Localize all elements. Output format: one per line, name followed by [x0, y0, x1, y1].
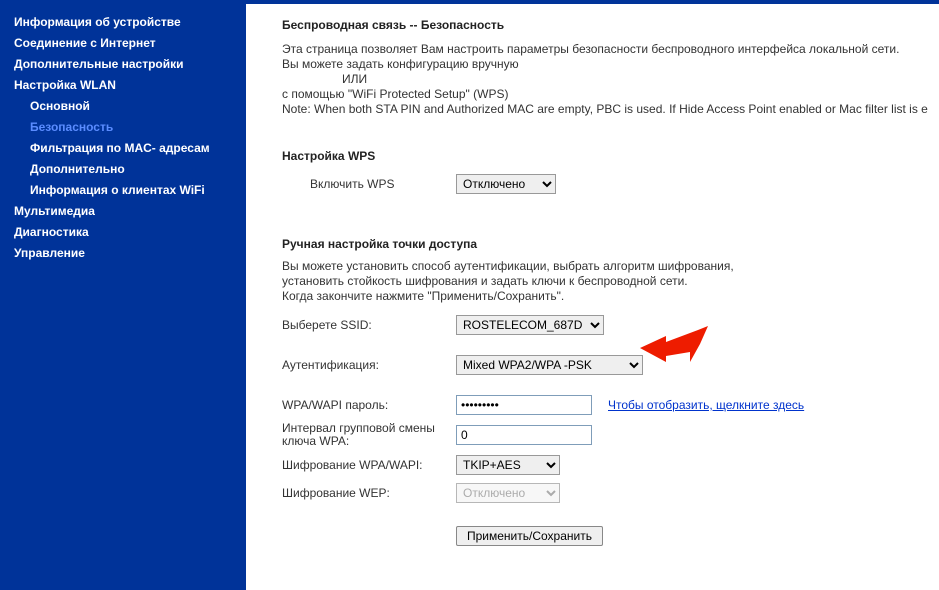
wps-enable-label: Включить WPS	[282, 177, 456, 191]
main-content: Беспроводная связь -- Безопасность Эта с…	[246, 4, 939, 590]
desc-line2: Вы можете задать конфигурацию вручную	[282, 57, 939, 72]
desc-or: ИЛИ	[282, 72, 939, 87]
sidebar-item-internet[interactable]: Соединение с Интернет	[0, 33, 246, 54]
sidebar-item-advanced[interactable]: Дополнительные настройки	[0, 54, 246, 75]
sidebar-item-diagnostic[interactable]: Диагностика	[0, 222, 246, 243]
sidebar-subitem-basic[interactable]: Основной	[0, 96, 246, 117]
sidebar-item-multimedia[interactable]: Мультимедиа	[0, 201, 246, 222]
sidebar-subitem-wifi-clients[interactable]: Информация о клиентах WiFi	[0, 180, 246, 201]
apply-save-button[interactable]: Применить/Сохранить	[456, 526, 603, 546]
password-label: WPA/WAPI пароль:	[282, 398, 456, 412]
desc-line3: с помощью "WiFi Protected Setup" (WPS)	[282, 87, 939, 102]
manual-text3: Когда закончите нажмите "Применить/Сохра…	[282, 289, 939, 304]
auth-label: Аутентификация:	[282, 358, 456, 372]
sidebar: Информация об устройстве Соединение с Ин…	[0, 4, 246, 590]
sidebar-item-management[interactable]: Управление	[0, 243, 246, 264]
page-description: Эта страница позволяет Вам настроить пар…	[282, 42, 939, 117]
page-title: Беспроводная связь -- Безопасность	[282, 18, 939, 32]
sidebar-subitem-security[interactable]: Безопасность	[0, 117, 246, 138]
desc-note: Note: When both STA PIN and Authorized M…	[282, 102, 939, 117]
password-input[interactable]	[456, 395, 592, 415]
sidebar-item-device-info[interactable]: Информация об устройстве	[0, 12, 246, 33]
manual-text2: установить стойкость шифрования и задать…	[282, 274, 939, 289]
enc-wep-select: Отключено	[456, 483, 560, 503]
ssid-label: Выберете SSID:	[282, 318, 456, 332]
sidebar-subitem-mac-filter[interactable]: Фильтрация по MAC- адресам	[0, 138, 246, 159]
desc-line1: Эта страница позволяет Вам настроить пар…	[282, 42, 939, 57]
sidebar-item-wlan[interactable]: Настройка WLAN	[0, 75, 246, 96]
enc-wpa-label: Шифрование WPA/WAPI:	[282, 458, 456, 472]
interval-label: Интервал групповой смены ключа WPA:	[282, 422, 456, 448]
show-password-link[interactable]: Чтобы отобразить, щелкните здесь	[608, 398, 804, 412]
manual-text1: Вы можете установить способ аутентификац…	[282, 259, 939, 274]
auth-select[interactable]: Mixed WPA2/WPA -PSK	[456, 355, 643, 375]
interval-input[interactable]	[456, 425, 592, 445]
manual-description: Вы можете установить способ аутентификац…	[282, 259, 939, 304]
sidebar-subitem-additional[interactable]: Дополнительно	[0, 159, 246, 180]
wps-title: Настройка WPS	[282, 149, 939, 163]
manual-title: Ручная настройка точки доступа	[282, 237, 939, 251]
ssid-select[interactable]: ROSTELECOM_687D	[456, 315, 604, 335]
wps-enable-select[interactable]: Отключено	[456, 174, 556, 194]
enc-wep-label: Шифрование WEP:	[282, 486, 456, 500]
enc-wpa-select[interactable]: TKIP+AES	[456, 455, 560, 475]
